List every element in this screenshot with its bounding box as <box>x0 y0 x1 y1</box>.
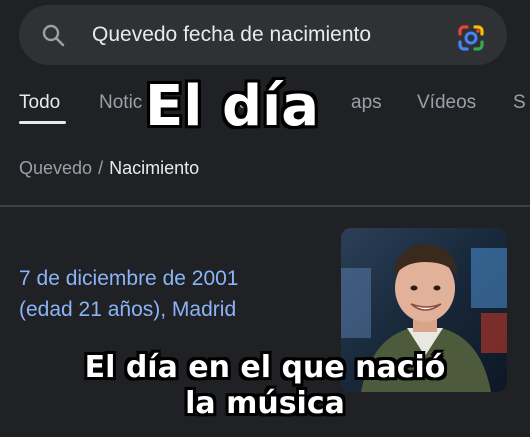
birth-date-answer[interactable]: 7 de diciembre de 2001 <box>19 267 239 291</box>
breadcrumb-parent[interactable]: Quevedo <box>19 158 92 178</box>
meme-caption-top: El día <box>145 74 320 139</box>
section-divider <box>0 205 530 207</box>
tab-maps[interactable]: aps <box>351 92 382 114</box>
meme-caption-bottom-line-2: la música <box>185 386 345 421</box>
tab-noticias[interactable]: Notic <box>99 92 142 114</box>
search-input[interactable]: Quevedo fecha de nacimiento <box>92 23 371 47</box>
breadcrumb: Quevedo / Nacimiento <box>19 158 199 179</box>
birth-detail[interactable]: (edad 21 años), Madrid <box>19 298 236 322</box>
search-icon[interactable] <box>41 23 65 47</box>
breadcrumb-separator: / <box>98 158 104 178</box>
meme-caption-bottom-line-1: El día en el que nació <box>84 350 446 385</box>
tab-videos[interactable]: Vídeos <box>417 92 476 114</box>
tab-shopping[interactable]: S <box>513 92 526 114</box>
tab-todo[interactable]: Todo <box>19 92 60 114</box>
meme-caption-bottom: El día en el que nació la música <box>40 350 490 422</box>
breadcrumb-current: Nacimiento <box>109 158 200 178</box>
google-lens-icon[interactable] <box>456 23 486 53</box>
active-tab-indicator <box>19 121 66 124</box>
search-bar[interactable]: Quevedo fecha de nacimiento <box>19 5 507 65</box>
